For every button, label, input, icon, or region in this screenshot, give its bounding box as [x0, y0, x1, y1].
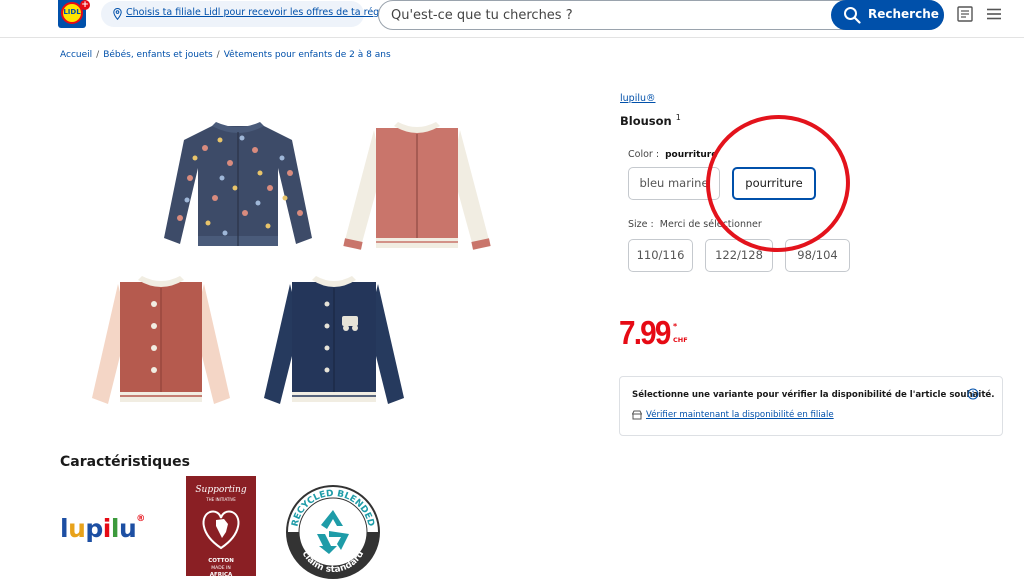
- breadcrumb: Accueil / Bébés, enfants et jouets / Vêtemen…: [60, 50, 391, 60]
- info-icon[interactable]: [967, 388, 979, 400]
- search-button-label: Recherche: [868, 7, 939, 21]
- brochure-icon[interactable]: [956, 5, 974, 23]
- availability-message: Sélectionne une variante pour vérifier l…: [632, 390, 995, 400]
- check-store-availability-link[interactable]: Vérifier maintenant la disponibilité en …: [646, 410, 834, 420]
- price-asterisk: *: [673, 322, 678, 331]
- lupilu-registered-mark: ®: [136, 514, 145, 524]
- color-option-label: Color : pourriture: [628, 149, 717, 160]
- color-label: Color :: [628, 149, 660, 160]
- product-title-footnote: 1: [675, 113, 681, 122]
- location-pin-icon: [113, 8, 122, 20]
- site-header: LIDL + Choisis ta filiale Lidl pour rece…: [0, 0, 1024, 38]
- size-option-110-116[interactable]: 110/116: [628, 239, 693, 272]
- recycled-blended-claim-badge: RECYCLED BLENDED claim standard: [286, 485, 380, 579]
- search-button[interactable]: Recherche: [831, 0, 944, 30]
- breadcrumb-category[interactable]: Bébés, enfants et jouets: [103, 50, 212, 60]
- product-image-rust-jacket[interactable]: [88, 274, 234, 410]
- store-icon: [632, 410, 642, 420]
- product-title: Blouson 1: [620, 113, 681, 128]
- product-image-pink-jacket[interactable]: [340, 120, 494, 260]
- svg-text:Supporting: Supporting: [195, 485, 246, 495]
- size-label: Size :: [628, 219, 654, 230]
- color-selected-value: pourriture: [665, 150, 718, 160]
- hamburger-menu-icon[interactable]: [985, 5, 1003, 23]
- product-price: 7.99: [619, 314, 671, 351]
- svg-text:MADE IN: MADE IN: [211, 565, 230, 571]
- search-input[interactable]: [389, 4, 819, 26]
- breadcrumb-home[interactable]: Accueil: [60, 50, 92, 60]
- brand-link[interactable]: lupilu®: [620, 93, 656, 104]
- product-image-floral-jacket[interactable]: [160, 118, 316, 258]
- search-bar: Recherche: [378, 0, 944, 30]
- svg-text:THE INITIATIVE: THE INITIATIVE: [205, 497, 236, 502]
- product-image-navy-jacket[interactable]: [260, 274, 408, 410]
- price-currency: CHF: [673, 336, 688, 344]
- svg-text:COTTON: COTTON: [208, 558, 234, 564]
- annotation-red-circle: [699, 107, 857, 260]
- features-heading: Caractéristiques: [60, 454, 190, 470]
- lupilu-logo: lupilu®: [60, 514, 145, 543]
- svg-text:AFRICA: AFRICA: [210, 572, 233, 576]
- availability-box: Sélectionne une variante pour vérifier l…: [619, 376, 1003, 436]
- plus-badge-icon: +: [80, 0, 90, 10]
- search-icon: [844, 7, 861, 24]
- cotton-made-in-africa-badge: Supporting THE INITIATIVE COTTON MADE IN…: [186, 476, 256, 578]
- breadcrumb-subcategory[interactable]: Vêtements pour enfants de 2 à 8 ans: [224, 50, 391, 60]
- product-title-text: Blouson: [620, 113, 672, 128]
- store-selector-label[interactable]: Choisis ta filiale Lidl pour recevoir le…: [126, 7, 394, 18]
- store-selector[interactable]: Choisis ta filiale Lidl pour recevoir le…: [101, 1, 394, 27]
- africa-heart-icon: Supporting THE INITIATIVE COTTON MADE IN…: [195, 485, 246, 578]
